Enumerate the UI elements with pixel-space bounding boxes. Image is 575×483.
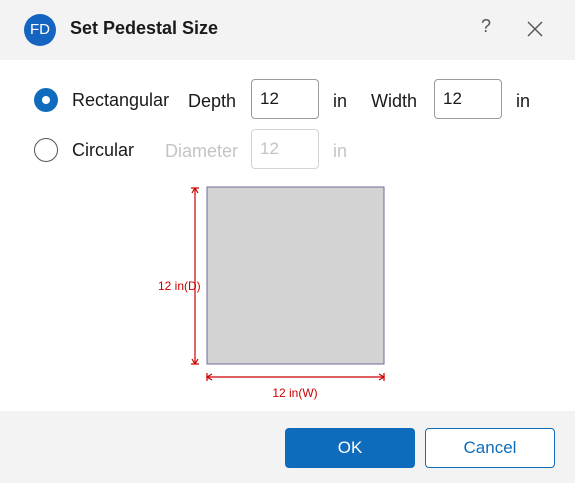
depth-dimension bbox=[191, 186, 199, 366]
rectangular-label[interactable]: Rectangular bbox=[72, 90, 169, 111]
close-icon bbox=[527, 21, 543, 37]
depth-input[interactable] bbox=[251, 79, 319, 119]
set-pedestal-size-dialog: FD Set Pedestal Size ? Rectangular Depth… bbox=[0, 0, 575, 483]
cancel-button[interactable]: Cancel bbox=[425, 428, 555, 468]
diameter-unit: in bbox=[333, 141, 348, 161]
title-bar: FD Set Pedestal Size ? bbox=[0, 0, 575, 60]
dialog-title: Set Pedestal Size bbox=[70, 18, 219, 38]
width-dimension-label: 12 in(W) bbox=[272, 386, 317, 400]
close-button[interactable] bbox=[524, 18, 546, 40]
app-logo: FD bbox=[24, 14, 56, 46]
rectangular-radio[interactable] bbox=[34, 88, 58, 112]
pedestal-preview: 12 in(D) 12 in(W) bbox=[158, 186, 386, 400]
ok-button[interactable]: OK bbox=[285, 428, 415, 468]
diameter-input bbox=[251, 129, 319, 169]
dialog-content: Rectangular Depth in Width in Circular D… bbox=[0, 60, 575, 411]
width-input[interactable] bbox=[434, 79, 502, 119]
width-unit: in bbox=[516, 91, 531, 111]
diameter-label: Diameter bbox=[165, 141, 239, 161]
depth-label: Depth bbox=[188, 91, 237, 111]
width-dimension bbox=[205, 373, 386, 381]
circular-radio[interactable] bbox=[34, 138, 58, 162]
depth-unit: in bbox=[333, 91, 348, 111]
circular-label[interactable]: Circular bbox=[72, 140, 134, 161]
dialog-footer: OK Cancel bbox=[0, 411, 575, 483]
pedestal-shape bbox=[206, 186, 385, 365]
depth-dimension-label: 12 in(D) bbox=[158, 279, 201, 293]
help-button[interactable]: ? bbox=[476, 16, 496, 40]
width-label: Width bbox=[371, 91, 418, 111]
